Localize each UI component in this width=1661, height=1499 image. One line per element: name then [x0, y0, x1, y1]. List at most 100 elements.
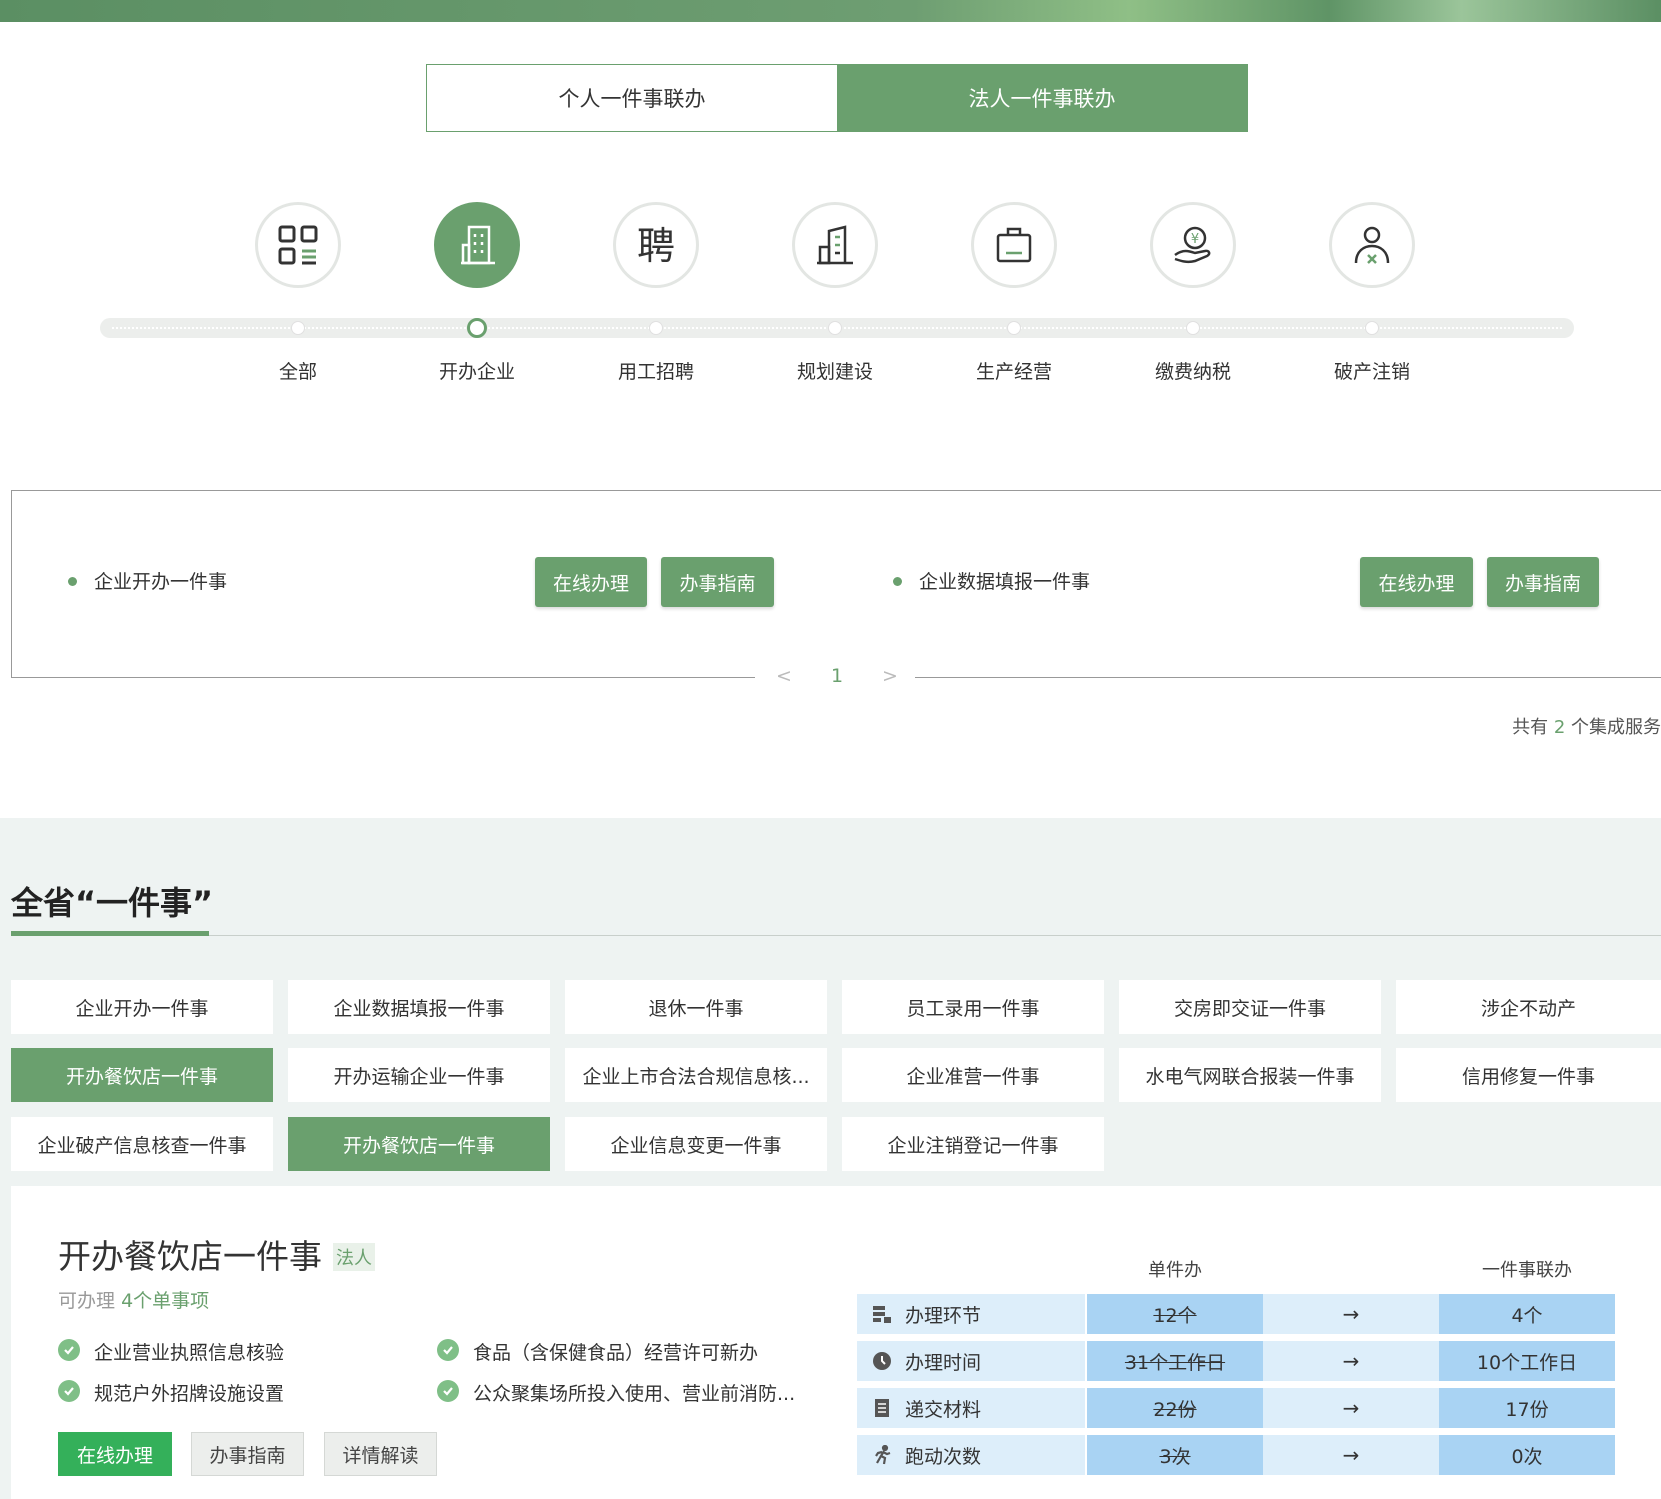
detail-subtitle: 可办理 4个单事项: [58, 1286, 209, 1313]
detail-sub-count: 4个单事项: [121, 1290, 210, 1312]
check-icon: [437, 1380, 459, 1402]
grid-item[interactable]: 员工录用一件事: [842, 980, 1104, 1034]
grid-item[interactable]: 企业准营一件事: [842, 1048, 1104, 1102]
compare-row-label: 办理时间: [857, 1341, 1085, 1381]
steps-icon: [871, 1304, 893, 1324]
guide-button[interactable]: 办事指南: [661, 557, 774, 607]
category-label[interactable]: 开办企业: [407, 357, 547, 384]
category-planning-button[interactable]: [792, 202, 878, 288]
category-start-business-button[interactable]: [434, 202, 520, 288]
track-node: [1365, 321, 1379, 335]
category-label[interactable]: 全部: [228, 357, 368, 384]
category-label[interactable]: 生产经营: [944, 357, 1084, 384]
detail-tag: 法人: [333, 1243, 375, 1271]
track-node: [649, 321, 663, 335]
category-label[interactable]: 规划建设: [765, 357, 905, 384]
category-hiring-button[interactable]: 聘: [613, 202, 699, 288]
check-icon: [58, 1339, 80, 1361]
grid-item[interactable]: 交房即交证一件事: [1119, 980, 1381, 1034]
section-title: 全省“一件事”: [11, 884, 214, 922]
total-number: 2: [1553, 717, 1566, 738]
detail-sub-prefix: 可办理: [58, 1290, 116, 1312]
compare-new-value: 17份: [1439, 1388, 1615, 1428]
compare-arrow: →: [1263, 1435, 1439, 1475]
grid-apps-icon: [278, 225, 318, 265]
track-node: [1186, 321, 1200, 335]
track-node: [828, 321, 842, 335]
grid-item[interactable]: 企业注销登记一件事: [842, 1117, 1104, 1171]
compare-old-value: 31个工作日: [1087, 1341, 1263, 1381]
pager-prev-button[interactable]: <: [776, 665, 792, 687]
top-banner: [0, 0, 1661, 22]
grid-item[interactable]: 水电气网联合报装一件事: [1119, 1048, 1381, 1102]
track-node-active: [467, 318, 487, 338]
detail-item: 企业营业执照信息核验: [94, 1342, 285, 1364]
category-label[interactable]: 缴费纳税: [1123, 357, 1263, 384]
category-tax-button[interactable]: ¥: [1150, 202, 1236, 288]
section-title-underline: [11, 931, 209, 936]
category-label[interactable]: 用工招聘: [586, 357, 726, 384]
detail-readme-button[interactable]: 详情解读: [324, 1432, 437, 1476]
grid-item[interactable]: 企业信息变更一件事: [565, 1117, 827, 1171]
compare-arrow: →: [1263, 1388, 1439, 1428]
grid-item[interactable]: 开办运输企业一件事: [288, 1048, 550, 1102]
grid-item[interactable]: 企业破产信息核查一件事: [11, 1117, 273, 1171]
grid-item-active[interactable]: 开办餐饮店一件事: [288, 1117, 550, 1171]
compare-new-value: 4个: [1439, 1294, 1615, 1334]
total-count: 共有 2 个集成服务: [1512, 713, 1661, 739]
check-icon: [437, 1339, 459, 1361]
tab-legal-person[interactable]: 法人一件事联办: [837, 65, 1247, 131]
tab-personal[interactable]: 个人一件事联办: [427, 65, 837, 131]
running-icon: [871, 1445, 893, 1465]
online-handle-button[interactable]: 在线办理: [535, 557, 647, 607]
online-handle-button[interactable]: 在线办理: [1360, 557, 1473, 607]
compare-arrow: →: [1263, 1341, 1439, 1381]
grid-item[interactable]: 企业上市合法合规信息核...: [565, 1048, 827, 1102]
service-title[interactable]: 企业开办一件事: [94, 567, 227, 594]
section-divider: [11, 935, 1661, 936]
grid-item[interactable]: 信用修复一件事: [1396, 1048, 1661, 1102]
mode-tabs: 个人一件事联办 法人一件事联办: [426, 64, 1248, 132]
category-production-button[interactable]: [971, 202, 1057, 288]
detail-item: 食品（含保健食品）经营许可新办: [473, 1342, 759, 1364]
grid-item[interactable]: 退休一件事: [565, 980, 827, 1034]
detail-online-button[interactable]: 在线办理: [58, 1432, 172, 1476]
person-cancel-icon: [1354, 226, 1390, 264]
compare-label-text: 递交材料: [905, 1398, 982, 1421]
briefcase-icon: [996, 227, 1032, 263]
total-prefix: 共有: [1512, 717, 1549, 738]
compare-row-label: 跑动次数: [857, 1435, 1085, 1475]
compare-label-text: 办理环节: [905, 1304, 982, 1327]
compare-old-value: 3次: [1087, 1435, 1263, 1475]
check-icon: [58, 1380, 80, 1402]
hire-character-icon: 聘: [637, 224, 675, 268]
detail-guide-button[interactable]: 办事指南: [191, 1432, 304, 1476]
category-all-button[interactable]: [255, 202, 341, 288]
list-bullet: [893, 577, 902, 586]
grid-item-active[interactable]: 开办餐饮店一件事: [11, 1048, 273, 1102]
clock-icon: [871, 1351, 893, 1371]
construction-building-icon: [817, 225, 853, 265]
category-bankruptcy-button[interactable]: [1329, 202, 1415, 288]
document-icon: [871, 1398, 893, 1418]
grid-item[interactable]: 企业开办一件事: [11, 980, 273, 1034]
grid-item[interactable]: 涉企不动产: [1396, 980, 1661, 1034]
pager-page-1[interactable]: 1: [831, 665, 843, 687]
detail-title: 开办餐饮店一件事: [58, 1237, 322, 1276]
compare-new-value: 10个工作日: [1439, 1341, 1615, 1381]
category-label[interactable]: 破产注销: [1302, 357, 1442, 384]
guide-button[interactable]: 办事指南: [1487, 557, 1599, 607]
total-suffix: 个集成服务: [1571, 717, 1661, 738]
compare-header-single: 单件办: [1148, 1260, 1202, 1281]
grid-item[interactable]: 企业数据填报一件事: [288, 980, 550, 1034]
pager-next-button[interactable]: >: [882, 665, 898, 687]
compare-arrow: →: [1263, 1294, 1439, 1334]
service-title[interactable]: 企业数据填报一件事: [919, 567, 1090, 594]
compare-header-joint: 一件事联办: [1482, 1260, 1572, 1281]
track-node: [291, 321, 305, 335]
compare-label-text: 办理时间: [905, 1351, 982, 1374]
detail-item: 公众聚集场所投入使用、营业前消防...: [473, 1383, 796, 1405]
yuan-hand-icon: ¥: [1174, 226, 1211, 264]
detail-item: 规范户外招牌设施设置: [94, 1383, 285, 1405]
compare-row-label: 递交材料: [857, 1388, 1085, 1428]
